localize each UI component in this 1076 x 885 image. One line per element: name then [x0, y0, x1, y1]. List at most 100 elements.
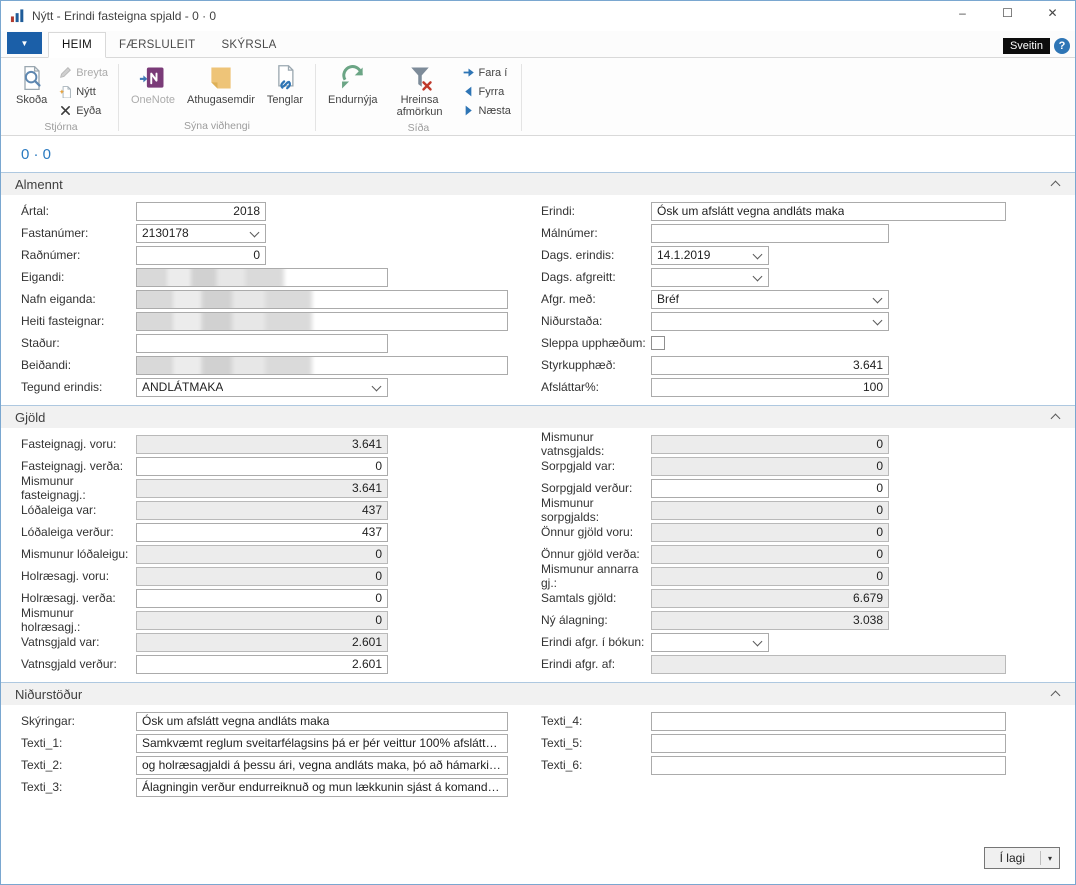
label-texti-3: Texti_3:: [21, 780, 136, 794]
previous-arrow-icon: [462, 85, 475, 98]
input-radnumer[interactable]: 0: [136, 246, 266, 265]
naesta-button[interactable]: Næsta: [458, 101, 515, 120]
label-texti-6: Texti_6:: [541, 758, 651, 772]
input-vatnsgjald-verdur[interactable]: 2.601: [136, 655, 388, 674]
field-value: 2130178: [142, 226, 189, 240]
close-icon[interactable]: ✕: [1030, 1, 1075, 25]
input-erindi[interactable]: Ósk um afslátt vegna andláts maka: [651, 202, 1006, 221]
fasttab-header[interactable]: Almennt: [1, 173, 1075, 195]
app-menu-button[interactable]: ▼: [7, 32, 42, 54]
input-lodaleiga-verdur[interactable]: 437: [136, 523, 388, 542]
page-content: 0 · 0 AlmenntÁrtal:2018Fastanúmer:213017…: [1, 136, 1075, 884]
field-row: Niðurstaða:: [541, 310, 1075, 332]
label-onnur-gjold-voru: Önnur gjöld voru:: [541, 525, 651, 539]
breyta-button[interactable]: Breyta: [55, 63, 112, 82]
field-value: ANDLÁTMAKA: [142, 380, 223, 394]
tab-skyrsla[interactable]: SKÝRSLA: [208, 33, 289, 57]
tab-faersluleit[interactable]: FÆRSLULEIT: [106, 33, 209, 57]
input-mismunur-vatnsgjalds: 0: [651, 435, 889, 454]
input-styrkupphaed[interactable]: 3.641: [651, 356, 889, 375]
endurnyja-button[interactable]: Endurnýja: [322, 62, 384, 108]
minimize-icon[interactable]: –: [940, 1, 985, 25]
left-column: Fasteignagj. voru:3.641Fasteignagj. verð…: [1, 433, 521, 675]
input-holraesagj-verda[interactable]: 0: [136, 589, 388, 608]
stjorna-small-buttons: Breyta Nýtt Eyða: [55, 62, 112, 120]
dropdown-erindi-afgr-i-bokun[interactable]: [651, 633, 769, 652]
field-row: Sleppa upphæðum:: [541, 332, 1075, 354]
button-label: Skoða: [16, 94, 47, 106]
maximize-icon[interactable]: ☐: [985, 1, 1030, 25]
input-sorpgjald-verdur[interactable]: 0: [651, 479, 889, 498]
button-label: Fara í: [479, 67, 508, 79]
input-texti-6[interactable]: [651, 756, 1006, 775]
input-malnumer[interactable]: [651, 224, 889, 243]
collapse-chevron-icon[interactable]: [1051, 181, 1061, 191]
input-texti-4[interactable]: [651, 712, 1006, 731]
input-artal[interactable]: 2018: [136, 202, 266, 221]
ribbon: Skoða Breyta: [1, 58, 1075, 136]
onenote-button[interactable]: OneNote: [125, 62, 181, 108]
input-texti-2[interactable]: og holræsagjaldi á þessu ári, vegna andl…: [136, 756, 508, 775]
label-mismunur-holraesagj: Mismunur holræsagj.:: [21, 606, 136, 634]
input-stadur[interactable]: [136, 334, 388, 353]
input-beidandi[interactable]: [136, 356, 508, 375]
tab-heim[interactable]: HEIM: [48, 32, 106, 58]
field-row: Erindi afgr. af:: [541, 653, 1075, 675]
label-holraesagj-verda: Holræsagj. verða:: [21, 591, 136, 605]
athugasemdir-button[interactable]: Athugasemdir: [181, 62, 261, 108]
view-document-icon: [18, 64, 46, 92]
label-sorpgjald-var: Sorpgjald var:: [541, 459, 651, 473]
checkbox-sleppa-upphaedum[interactable]: [651, 336, 665, 350]
ok-button[interactable]: Í lagi ▾: [984, 847, 1060, 869]
label-lodaleiga-var: Lóðaleiga var:: [21, 503, 136, 517]
tenglar-button[interactable]: Tenglar: [261, 62, 309, 108]
ribbon-tabstrip: ▼ HEIM FÆRSLULEIT SKÝRSLA Sveitin ?: [1, 31, 1075, 58]
input-nafn-eiganda[interactable]: [136, 290, 508, 309]
dropdown-dags-afgreitt[interactable]: [651, 268, 769, 287]
field-row: Samtals gjöld:6.679: [541, 587, 1075, 609]
fyrra-button[interactable]: Fyrra: [458, 82, 515, 101]
hreinsa-afmorkun-button[interactable]: Hreinsa afmörkun: [384, 62, 456, 121]
dropdown-afgr-med[interactable]: Bréf: [651, 290, 889, 309]
input-skyringar[interactable]: Ósk um afslátt vegna andláts maka: [136, 712, 508, 731]
field-value: 3.038: [853, 613, 883, 627]
input-fasteignagj-verda[interactable]: 0: [136, 457, 388, 476]
input-texti-5[interactable]: [651, 734, 1006, 753]
fasttab-header[interactable]: Gjöld: [1, 406, 1075, 428]
field-value: Álagningin verður endurreiknuð og mun læ…: [142, 780, 502, 794]
collapse-chevron-icon[interactable]: [1051, 414, 1061, 424]
field-row: Tegund erindis:ANDLÁTMAKA: [21, 376, 521, 398]
window-title: Nýtt - Erindi fasteigna spjald - 0 · 0: [32, 9, 216, 23]
label-samtals-gjold: Samtals gjöld:: [541, 591, 651, 605]
ribbon-group-sida: Endurnýja Hreinsa afmörkun: [317, 60, 520, 135]
input-texti-3[interactable]: Álagningin verður endurreiknuð og mun læ…: [136, 778, 508, 797]
input-eigandi[interactable]: [136, 268, 388, 287]
field-row: Holræsagj. voru:0: [21, 565, 521, 587]
input-texti-1[interactable]: Samkvæmt reglum sveitarfélagsins þá er þ…: [136, 734, 508, 753]
ribbon-separator: [118, 64, 119, 131]
label-afslattar: Afsláttar%:: [541, 380, 651, 394]
help-icon[interactable]: ?: [1054, 38, 1070, 54]
ok-dropdown-arrow-icon[interactable]: ▾: [1041, 848, 1059, 868]
field-row: Texti_2:og holræsagjaldi á þessu ári, ve…: [21, 754, 521, 776]
skoda-button[interactable]: Skoða: [10, 62, 53, 108]
page-title: 0 · 0: [1, 136, 1075, 172]
eyda-button[interactable]: Eyða: [55, 101, 112, 120]
input-heiti-fasteignar[interactable]: [136, 312, 508, 331]
sticky-note-icon: [207, 64, 235, 92]
input-afslattar[interactable]: 100: [651, 378, 889, 397]
ok-button-label: Í lagi: [985, 848, 1040, 868]
fara-i-button[interactable]: Fara í: [458, 63, 515, 82]
dropdown-tegund-erindis[interactable]: ANDLÁTMAKA: [136, 378, 388, 397]
label-afgr-med: Afgr. með:: [541, 292, 651, 306]
nytt-button[interactable]: Nýtt: [55, 82, 112, 101]
dropdown-dags-erindis[interactable]: 14.1.2019: [651, 246, 769, 265]
field-row: Lóðaleiga var:437: [21, 499, 521, 521]
dropdown-nidurstada[interactable]: [651, 312, 889, 331]
dropdown-fastanumer[interactable]: 2130178: [136, 224, 266, 243]
label-lodaleiga-verdur: Lóðaleiga verður:: [21, 525, 136, 539]
collapse-chevron-icon[interactable]: [1051, 691, 1061, 701]
group-label-stjorna: Stjórna: [7, 120, 115, 136]
fasttab-header[interactable]: Niðurstöður: [1, 683, 1075, 705]
label-sleppa-upphaedum: Sleppa upphæðum:: [541, 336, 651, 350]
